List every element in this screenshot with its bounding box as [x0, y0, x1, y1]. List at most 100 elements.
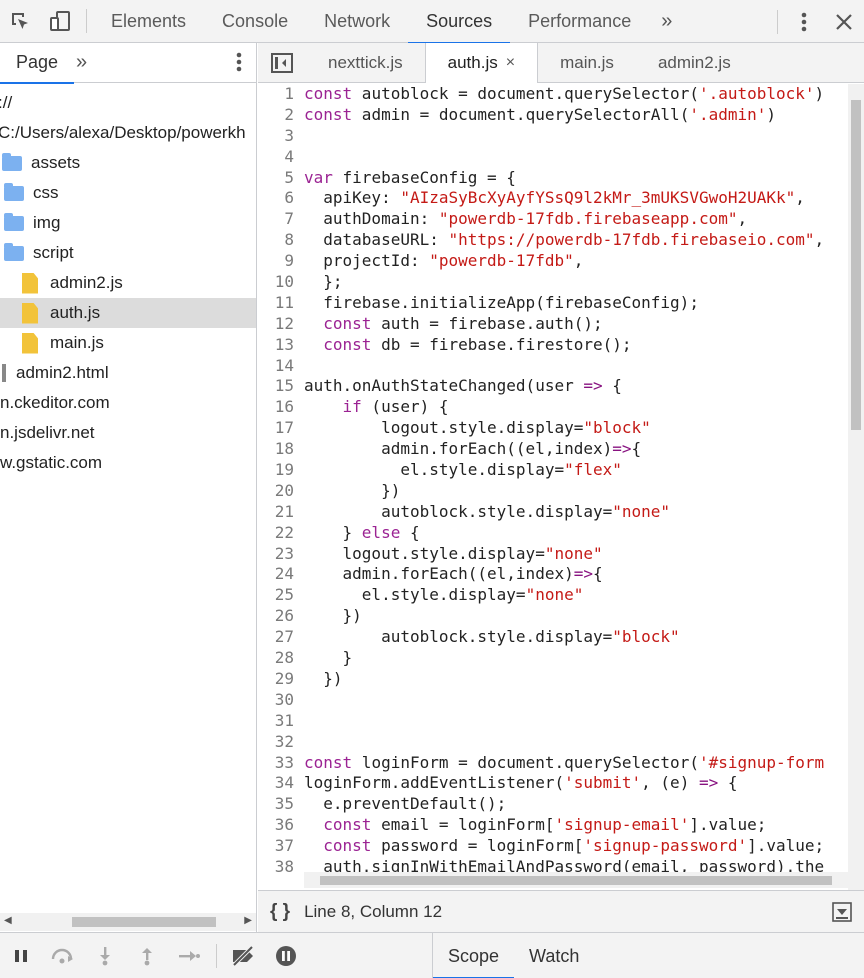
code-line[interactable]: 29 }) — [258, 669, 848, 690]
device-toolbar-icon[interactable] — [40, 0, 80, 43]
line-number[interactable]: 29 — [258, 669, 302, 690]
code-line[interactable]: 6 apiKey: "AIzaSyBcXyAyfYSsQ9l2kMr_3mUKS… — [258, 188, 848, 209]
navigator-horizontal-scrollbar[interactable]: ◀ ▶ — [0, 913, 256, 931]
code-line[interactable]: 2 const admin = document.querySelectorAll… — [258, 105, 848, 126]
line-number[interactable]: 31 — [258, 711, 302, 732]
line-number[interactable]: 19 — [258, 460, 302, 481]
line-number[interactable]: 1 — [258, 84, 302, 105]
line-number[interactable]: 10 — [258, 272, 302, 293]
line-number[interactable]: 4 — [258, 147, 302, 168]
code-line[interactable]: 10 }; — [258, 272, 848, 293]
scrollbar-thumb[interactable] — [851, 100, 861, 430]
line-number[interactable]: 30 — [258, 690, 302, 711]
pause-icon[interactable] — [0, 933, 42, 978]
line-number[interactable]: 21 — [258, 502, 302, 523]
close-tab-icon[interactable]: × — [506, 54, 515, 72]
tab-performance[interactable]: Performance — [510, 0, 649, 43]
code-line[interactable]: 9 projectId: "powerdb-17fdb", — [258, 251, 848, 272]
tree-item-main-js[interactable]: main.js — [0, 328, 256, 358]
deactivate-breakpoints-icon[interactable] — [223, 933, 265, 978]
tab-scope[interactable]: Scope — [433, 933, 515, 978]
toggle-navigator-icon[interactable] — [258, 43, 306, 83]
editor-tab-nexttick-js[interactable]: nexttick.js — [306, 43, 425, 83]
line-number[interactable]: 6 — [258, 188, 302, 209]
code-line[interactable]: 23 logout.style.display="none" — [258, 544, 848, 565]
line-number[interactable]: 7 — [258, 209, 302, 230]
line-number[interactable]: 8 — [258, 230, 302, 251]
line-number[interactable]: 12 — [258, 314, 302, 335]
tree-item-n-jsdelivr-net[interactable]: n.jsdelivr.net — [0, 418, 256, 448]
scroll-right-icon[interactable]: ▶ — [244, 915, 252, 926]
code-line[interactable]: 36 const email = loginForm['signup-email… — [258, 815, 848, 836]
tab-network[interactable]: Network — [306, 0, 408, 43]
line-number[interactable]: 9 — [258, 251, 302, 272]
code-line[interactable]: 26 }) — [258, 606, 848, 627]
line-number[interactable]: 26 — [258, 606, 302, 627]
tree-item-n-ckeditor-com[interactable]: n.ckeditor.com — [0, 388, 256, 418]
line-number[interactable]: 27 — [258, 627, 302, 648]
tree-item-img[interactable]: img — [0, 208, 256, 238]
close-icon[interactable] — [824, 0, 864, 43]
code-line[interactable]: 21 autoblock.style.display="none" — [258, 502, 848, 523]
line-number[interactable]: 37 — [258, 836, 302, 857]
tree-item-c-users-alexa-desktop-powerkh[interactable]: C:/Users/alexa/Desktop/powerkh — [0, 118, 256, 148]
code-line[interactable]: 32 — [258, 732, 848, 753]
line-number[interactable]: 2 — [258, 105, 302, 126]
line-number[interactable]: 28 — [258, 648, 302, 669]
code-line[interactable]: 8 databaseURL: "https://powerdb-17fdb.fi… — [258, 230, 848, 251]
line-number[interactable]: 18 — [258, 439, 302, 460]
code-line[interactable]: 7 authDomain: "powerdb-17fdb.firebaseapp… — [258, 209, 848, 230]
line-number[interactable]: 35 — [258, 794, 302, 815]
editor-tab-admin2-js[interactable]: admin2.js — [636, 43, 753, 83]
tab-elements[interactable]: Elements — [93, 0, 204, 43]
code-line[interactable]: 25 el.style.display="none" — [258, 585, 848, 606]
tab-sources[interactable]: Sources — [408, 0, 511, 44]
code-horizontal-scrollbar[interactable] — [304, 872, 848, 888]
tab-console[interactable]: Console — [204, 0, 306, 43]
line-number[interactable]: 13 — [258, 335, 302, 356]
tree-item-assets[interactable]: assets — [0, 148, 256, 178]
code-line[interactable]: 4 — [258, 147, 848, 168]
step-into-icon[interactable] — [84, 933, 126, 978]
line-number[interactable]: 36 — [258, 815, 302, 836]
pretty-print-icon[interactable]: { } — [258, 901, 304, 923]
line-number[interactable]: 33 — [258, 753, 302, 774]
line-number[interactable]: 32 — [258, 732, 302, 753]
tree-item-admin2-js[interactable]: admin2.js — [0, 268, 256, 298]
code-line[interactable]: 13 const db = firebase.firestore(); — [258, 335, 848, 356]
code-line[interactable]: 11 firebase.initializeApp(firebaseConfig… — [258, 293, 848, 314]
code-line[interactable]: 22 } else { — [258, 523, 848, 544]
tree-item-admin2-html[interactable]: admin2.html — [0, 358, 256, 388]
line-number[interactable]: 25 — [258, 585, 302, 606]
pause-on-exceptions-icon[interactable] — [265, 933, 307, 978]
tree-item-css[interactable]: css — [0, 178, 256, 208]
line-number[interactable]: 14 — [258, 356, 302, 377]
tree-item-w-gstatic-com[interactable]: w.gstatic.com — [0, 448, 256, 478]
line-number[interactable]: 24 — [258, 564, 302, 585]
code-line[interactable]: 14 — [258, 356, 848, 377]
scroll-left-icon[interactable]: ◀ — [4, 915, 12, 926]
code-line[interactable]: 35 e.preventDefault(); — [258, 794, 848, 815]
more-panels-chevron-icon[interactable]: » — [649, 10, 684, 33]
line-number[interactable]: 20 — [258, 481, 302, 502]
inspect-element-icon[interactable] — [0, 0, 40, 43]
code-line[interactable]: 30 — [258, 690, 848, 711]
tree-item-[interactable]: :// — [0, 88, 256, 118]
tab-page[interactable]: Page — [0, 43, 75, 84]
code-editor[interactable]: 1 const autoblock = document.querySelecto… — [258, 84, 848, 890]
scrollbar-thumb[interactable] — [72, 917, 216, 927]
code-line[interactable]: 33 const loginForm = document.querySelect… — [258, 753, 848, 774]
line-number[interactable]: 22 — [258, 523, 302, 544]
toggle-drawer-icon[interactable] — [832, 902, 852, 927]
scrollbar-thumb[interactable] — [320, 876, 832, 885]
code-line[interactable]: 18 admin.forEach((el,index)=>{ — [258, 439, 848, 460]
line-number[interactable]: 38 — [258, 857, 302, 878]
code-line[interactable]: 28 } — [258, 648, 848, 669]
code-line[interactable]: 17 logout.style.display="block" — [258, 418, 848, 439]
line-number[interactable]: 3 — [258, 126, 302, 147]
line-number[interactable]: 17 — [258, 418, 302, 439]
line-number[interactable]: 23 — [258, 544, 302, 565]
step-out-icon[interactable] — [126, 933, 168, 978]
more-tabs-chevron-icon[interactable]: » — [74, 51, 89, 74]
line-number[interactable]: 16 — [258, 397, 302, 418]
